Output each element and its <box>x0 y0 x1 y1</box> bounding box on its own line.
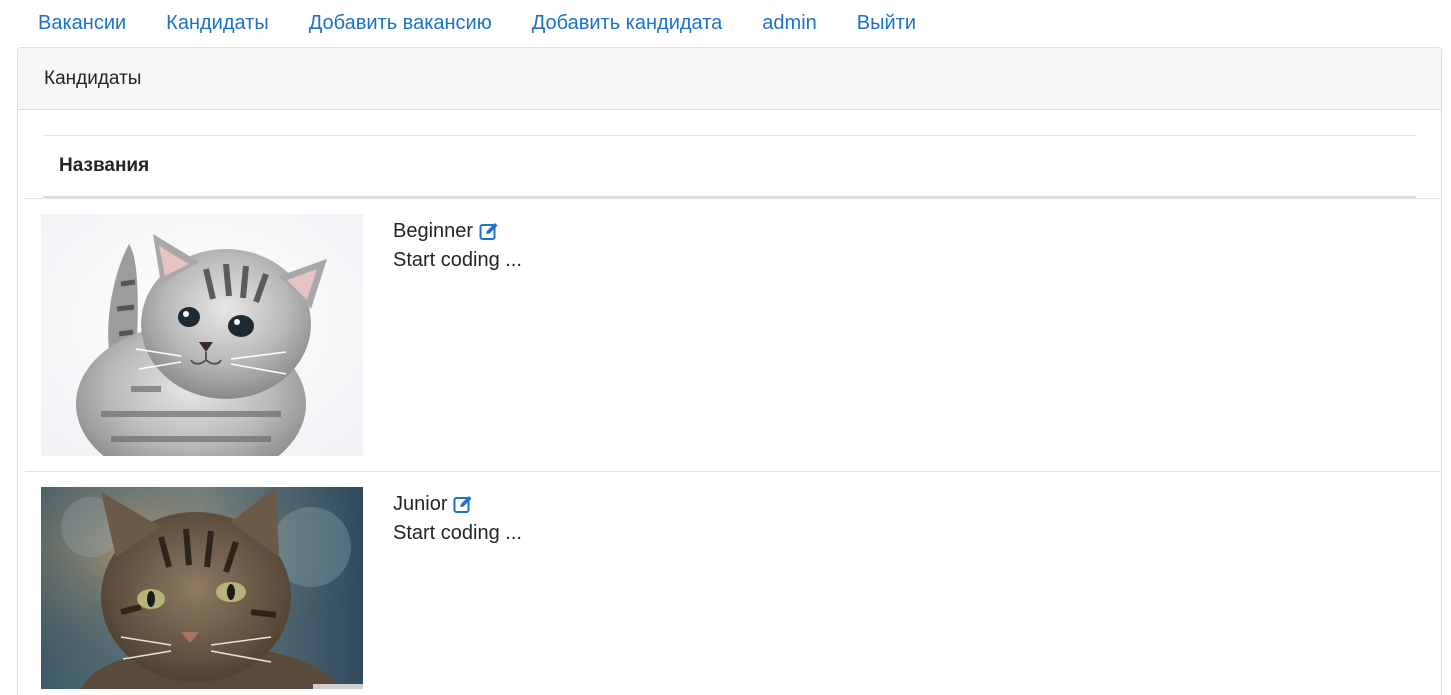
top-navigation: Вакансии Кандидаты Добавить вакансию Доб… <box>0 0 1451 46</box>
table-row: Beginner Start coding ... <box>25 198 1441 471</box>
candidate-description: Start coding ... <box>393 249 522 271</box>
candidate-description: Start coding ... <box>393 522 522 544</box>
nav-link-vacancies[interactable]: Вакансии <box>18 0 146 46</box>
table-header: Названия <box>43 135 1416 198</box>
edit-icon[interactable] <box>479 221 499 241</box>
candidate-photo-kitten <box>41 214 363 456</box>
nav-link-user[interactable]: admin <box>742 0 836 46</box>
nav-link-candidates[interactable]: Кандидаты <box>146 0 289 46</box>
candidate-name: Beginner <box>393 220 474 242</box>
edit-icon[interactable] <box>453 494 473 514</box>
candidate-info: Beginner Start coding ... <box>393 217 522 275</box>
nav-link-logout[interactable]: Выйти <box>837 0 936 46</box>
card-header: Кандидаты <box>18 48 1441 110</box>
candidate-info: Junior Start coding ... <box>393 490 522 548</box>
nav-link-add-candidate[interactable]: Добавить кандидата <box>512 0 743 46</box>
nav-link-add-vacancy[interactable]: Добавить вакансию <box>289 0 512 46</box>
candidate-photo-tabby <box>41 487 363 689</box>
table-row: Junior Start coding ... <box>25 471 1441 695</box>
candidate-name: Junior <box>393 493 448 515</box>
candidates-card: Кандидаты Названия Beginner Start coding… <box>17 47 1442 695</box>
column-header-names: Названия <box>59 155 150 176</box>
